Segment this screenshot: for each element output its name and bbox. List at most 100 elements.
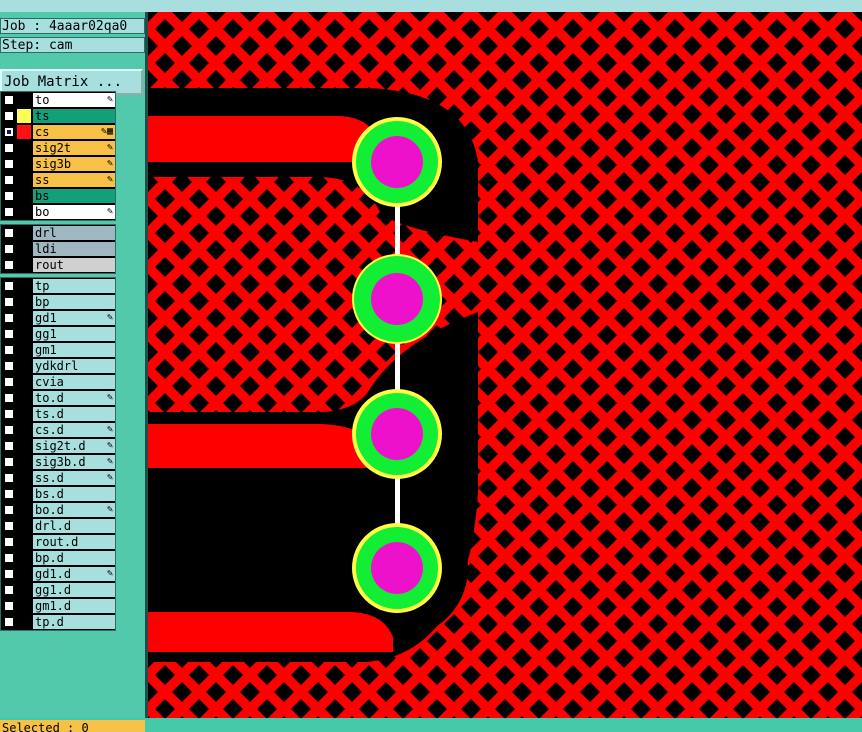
layer-name[interactable]: bp — [33, 295, 115, 309]
layer-row-bo[interactable]: bo ✎ — [1, 204, 115, 220]
layer-color-swatch[interactable] — [17, 189, 31, 203]
layer-row-drl-d[interactable]: drl.d — [1, 518, 115, 534]
pcb-view[interactable] — [148, 12, 862, 718]
layer-checkbox[interactable] — [4, 260, 14, 270]
via-pad-3[interactable] — [352, 389, 442, 479]
layer-color-swatch[interactable] — [17, 327, 31, 341]
layer-checkbox[interactable] — [4, 313, 14, 323]
layer-color-swatch[interactable] — [17, 615, 31, 629]
layer-checkbox[interactable] — [4, 377, 14, 387]
layer-color-swatch[interactable] — [17, 455, 31, 469]
layer-row-gm1[interactable]: gm1 — [1, 342, 115, 358]
layer-checkbox[interactable] — [4, 617, 14, 627]
layer-name[interactable]: ydkdrl — [33, 359, 115, 373]
layer-name[interactable]: rout.d — [33, 535, 115, 549]
layer-checkbox[interactable] — [4, 489, 14, 499]
layer-checkbox[interactable] — [4, 228, 14, 238]
layer-name[interactable]: ts.d — [33, 407, 115, 421]
layer-row-gg1-d[interactable]: gg1.d — [1, 582, 115, 598]
layer-name[interactable]: cs.d ✎ — [33, 423, 115, 437]
layer-name[interactable]: sig3b.d ✎ — [33, 455, 115, 469]
layer-name[interactable]: ts — [33, 109, 115, 123]
layer-checkbox[interactable] — [4, 281, 14, 291]
layer-row-bs[interactable]: bs — [1, 188, 115, 204]
layer-color-swatch[interactable] — [17, 295, 31, 309]
layer-name[interactable]: bp.d — [33, 551, 115, 565]
layer-name[interactable]: tp.d — [33, 615, 115, 629]
layer-checkbox[interactable] — [4, 521, 14, 531]
layer-color-swatch[interactable] — [17, 439, 31, 453]
via-pad-4[interactable] — [352, 523, 442, 613]
layer-color-swatch[interactable] — [17, 407, 31, 421]
layer-checkbox[interactable] — [4, 553, 14, 563]
layer-checkbox[interactable] — [4, 585, 14, 595]
layer-checkbox[interactable] — [4, 329, 14, 339]
layer-row-bs-d[interactable]: bs.d — [1, 486, 115, 502]
layer-name[interactable]: bs — [33, 189, 115, 203]
layer-name[interactable]: ss.d ✎ — [33, 471, 115, 485]
layer-name[interactable]: gd1.d ✎ — [33, 567, 115, 581]
layer-name[interactable]: bo.d ✎ — [33, 503, 115, 517]
layer-row-gm1-d[interactable]: gm1.d — [1, 598, 115, 614]
layer-color-swatch[interactable] — [17, 258, 31, 272]
layer-name[interactable]: sig3b ✎ — [33, 157, 115, 171]
layer-row-sig3b-d[interactable]: sig3b.d ✎ — [1, 454, 115, 470]
layer-color-swatch[interactable] — [17, 93, 31, 107]
layer-checkbox[interactable] — [4, 175, 14, 185]
layer-row-ldi[interactable]: ldi — [1, 241, 115, 257]
layer-name[interactable]: cvia — [33, 375, 115, 389]
layer-row-tp[interactable]: tp — [1, 278, 115, 294]
layer-row-ss-d[interactable]: ss.d ✎ — [1, 470, 115, 486]
layer-color-swatch[interactable] — [17, 279, 31, 293]
layer-color-swatch[interactable] — [17, 109, 31, 123]
layer-color-swatch[interactable] — [17, 242, 31, 256]
layer-row-bp[interactable]: bp — [1, 294, 115, 310]
layer-checkbox[interactable] — [4, 393, 14, 403]
layer-checkbox[interactable] — [4, 244, 14, 254]
layer-checkbox[interactable] — [4, 441, 14, 451]
layer-color-swatch[interactable] — [17, 551, 31, 565]
layer-color-swatch[interactable] — [17, 359, 31, 373]
layer-name[interactable]: rout — [33, 258, 115, 272]
layer-name[interactable]: bs.d — [33, 487, 115, 501]
via-pad-2[interactable] — [352, 254, 442, 344]
layer-name[interactable]: sig2t ✎ — [33, 141, 115, 155]
layer-checkbox[interactable] — [4, 473, 14, 483]
layer-row-gg1[interactable]: gg1 — [1, 326, 115, 342]
layer-name[interactable]: tp — [33, 279, 115, 293]
layer-row-bo-d[interactable]: bo.d ✎ — [1, 502, 115, 518]
layer-checkbox[interactable] — [4, 425, 14, 435]
layer-checkbox[interactable] — [4, 345, 14, 355]
layer-name[interactable]: gm1 — [33, 343, 115, 357]
layer-row-gd1[interactable]: gd1 ✎ — [1, 310, 115, 326]
layer-name[interactable]: gg1 — [33, 327, 115, 341]
layer-name[interactable]: to.d ✎ — [33, 391, 115, 405]
layer-row-ss[interactable]: ss ✎ — [1, 172, 115, 188]
layer-checkbox[interactable] — [4, 297, 14, 307]
layer-checkbox[interactable] — [4, 601, 14, 611]
layer-color-swatch[interactable] — [17, 487, 31, 501]
layer-name[interactable]: bo ✎ — [33, 205, 115, 219]
layer-row-rout-d[interactable]: rout.d — [1, 534, 115, 550]
layer-color-swatch[interactable] — [17, 205, 31, 219]
layer-checkbox[interactable] — [4, 457, 14, 467]
graphic-canvas[interactable] — [148, 12, 862, 718]
layer-name[interactable]: ss ✎ — [33, 173, 115, 187]
layer-checkbox[interactable] — [4, 95, 14, 105]
layer-row-cs-d[interactable]: cs.d ✎ — [1, 422, 115, 438]
layer-color-swatch[interactable] — [17, 375, 31, 389]
layer-row-gd1-d[interactable]: gd1.d ✎ — [1, 566, 115, 582]
via-pad-1[interactable] — [352, 117, 442, 207]
layer-color-swatch[interactable] — [17, 583, 31, 597]
layer-row-sig2t-d[interactable]: sig2t.d ✎ — [1, 438, 115, 454]
layer-checkbox[interactable] — [4, 537, 14, 547]
layer-row-drl[interactable]: drl — [1, 225, 115, 241]
layer-name[interactable]: cs ✎▦ — [33, 125, 115, 139]
layer-row-cs[interactable]: cs ✎▦ — [1, 124, 115, 140]
layer-color-swatch[interactable] — [17, 125, 31, 139]
layer-row-cvia[interactable]: cvia — [1, 374, 115, 390]
layer-checkbox[interactable] — [4, 127, 14, 137]
layer-color-swatch[interactable] — [17, 391, 31, 405]
layer-color-swatch[interactable] — [17, 343, 31, 357]
layer-name[interactable]: gm1.d — [33, 599, 115, 613]
